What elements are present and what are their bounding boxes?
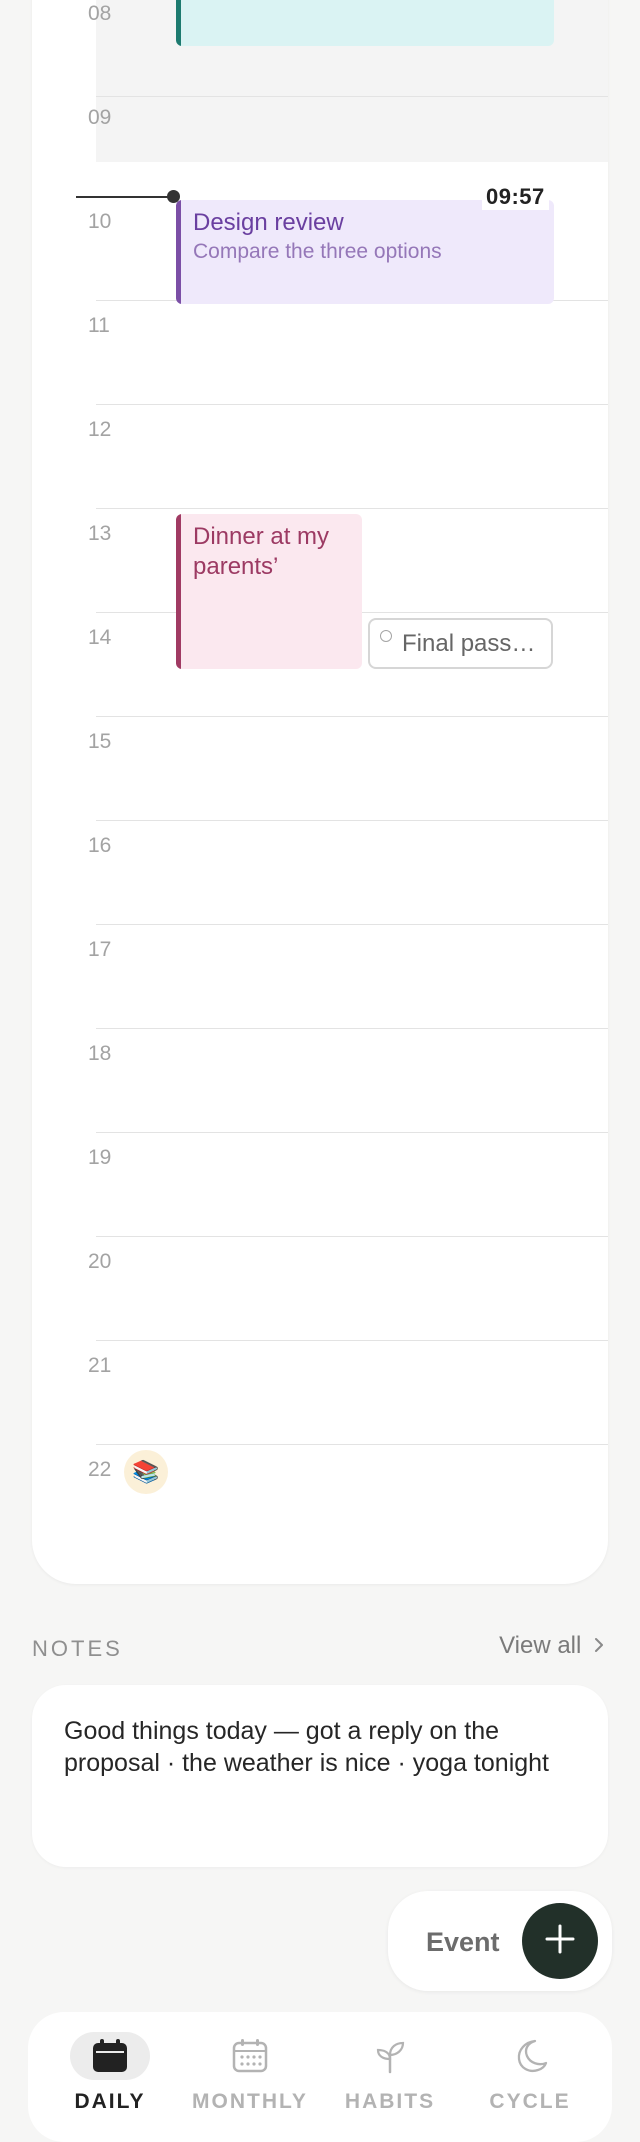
hour-label: 13: [88, 522, 112, 545]
hour-label: 12: [88, 418, 112, 441]
add-event-button[interactable]: [522, 1903, 598, 1979]
hour-divider: [96, 1132, 608, 1133]
event-subtitle: Compare the three options: [193, 240, 442, 263]
event-color-bar: [176, 200, 181, 304]
hour-label: 08: [88, 2, 112, 25]
current-time-line: [76, 196, 174, 198]
hour-label: 16: [88, 834, 112, 857]
nav-label: HABITS: [344, 2090, 436, 2113]
bottom-navigation: DAILY MONTHLY HABITS CYCLE: [28, 2012, 612, 2142]
event-title: Design review: [193, 209, 344, 236]
nav-tab-monthly[interactable]: MONTHLY: [180, 2032, 320, 2132]
hour-label: 09: [88, 106, 112, 129]
hour-divider: [96, 716, 608, 717]
notes-heading: NOTES: [32, 1636, 123, 1661]
books-emoji-icon[interactable]: 📚: [124, 1450, 168, 1494]
calendar-day-icon: [70, 2032, 150, 2080]
hour-label: 10: [88, 210, 112, 233]
hour-label: 18: [88, 1042, 112, 1065]
plus-icon: [544, 1923, 576, 1960]
current-time-label: 09:57: [482, 184, 549, 210]
hour-divider: [96, 820, 608, 821]
calendar-event-dinner[interactable]: Dinner at my parents’: [176, 514, 362, 669]
hour-label: 11: [88, 314, 110, 337]
nav-tab-habits[interactable]: HABITS: [320, 2032, 460, 2132]
hour-divider: [96, 508, 608, 509]
chevron-right-icon: [594, 1632, 604, 1660]
nav-label: MONTHLY: [192, 2090, 308, 2113]
hour-label: 21: [88, 1354, 112, 1377]
hour-divider: [96, 96, 608, 97]
task-checkbox-icon[interactable]: [380, 630, 392, 642]
hour-label: 22: [88, 1458, 112, 1481]
event-color-bar: [176, 0, 181, 46]
task-chip[interactable]: Final pass…: [368, 618, 553, 669]
hour-divider: [96, 1028, 608, 1029]
task-label: Final pass…: [402, 630, 536, 657]
hour-label: 17: [88, 938, 112, 961]
calendar-event[interactable]: [176, 0, 554, 46]
hour-divider: [96, 1340, 608, 1341]
hour-divider: [96, 1444, 608, 1445]
notes-card[interactable]: Good things today — got a reply on the p…: [32, 1685, 608, 1867]
nav-label: DAILY: [74, 2090, 146, 2113]
note-text: Good things today — got a reply on the p…: [64, 1717, 549, 1777]
fab-label: Event: [426, 1927, 500, 1957]
hour-label: 19: [88, 1146, 112, 1169]
current-time-dot: [167, 190, 180, 203]
emoji-glyph: 📚: [132, 1459, 160, 1484]
calendar-event-design-review[interactable]: Design review Compare the three options: [176, 200, 554, 304]
event-title: Dinner at my parents’: [193, 523, 330, 580]
view-all-label: View all: [499, 1632, 582, 1659]
hour-divider: [96, 924, 608, 925]
nav-tab-cycle[interactable]: CYCLE: [460, 2032, 600, 2132]
nav-tab-daily[interactable]: DAILY: [40, 2032, 180, 2132]
hour-divider: [96, 404, 608, 405]
hour-label: 14: [88, 626, 112, 649]
event-color-bar: [176, 514, 181, 669]
view-all-link[interactable]: View all: [499, 1632, 604, 1660]
sprout-icon: [350, 2032, 430, 2080]
nav-label: CYCLE: [489, 2090, 571, 2113]
add-event-fab[interactable]: Event: [388, 1891, 612, 1991]
calendar-grid-icon: [210, 2032, 290, 2080]
hour-label: 20: [88, 1250, 112, 1273]
moon-icon: [490, 2032, 570, 2080]
hour-label: 15: [88, 730, 112, 753]
hour-divider: [96, 1236, 608, 1237]
